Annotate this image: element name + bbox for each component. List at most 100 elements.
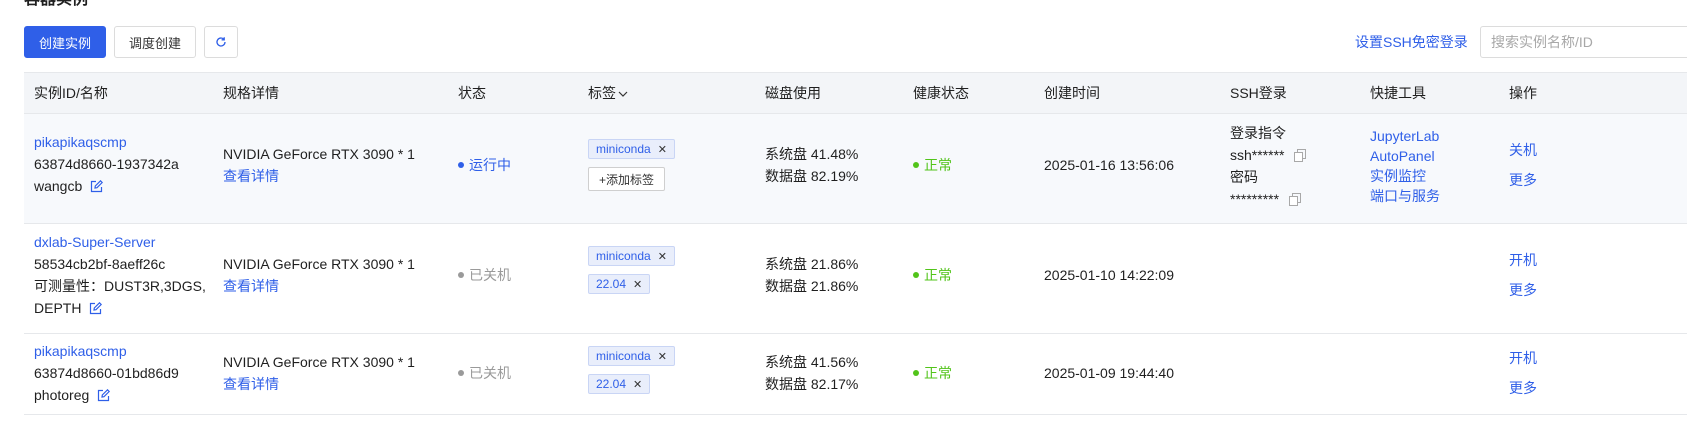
- spec-text: NVIDIA GeForce RTX 3090 * 1: [223, 256, 415, 272]
- disk-cell: 系统盘 41.48% 数据盘 82.19%: [765, 143, 858, 187]
- column-header-created: 创建时间: [1044, 85, 1100, 101]
- instance-name-link[interactable]: pikapikaqscmp: [34, 131, 179, 153]
- created-cell: 2025-01-10 14:22:09: [1044, 264, 1174, 286]
- edit-icon[interactable]: [90, 180, 104, 193]
- actions-cell: 开机 更多: [1509, 249, 1537, 301]
- tool-ports-link[interactable]: 端口与服务: [1370, 186, 1440, 206]
- tag-chip: 22.04 ✕: [588, 374, 651, 394]
- copy-icon[interactable]: [1294, 149, 1307, 162]
- created-cell: 2025-01-16 13:56:06: [1044, 154, 1174, 176]
- status-cell: 已关机: [458, 264, 511, 286]
- instance-remark: photoreg: [34, 384, 179, 406]
- status-badge: 已关机: [458, 362, 511, 384]
- created-time: 2025-01-16 13:56:06: [1044, 157, 1174, 173]
- ssh-command: ssh******: [1230, 144, 1307, 166]
- table-row: pikapikaqscmp 63874d8660-01bd86d9 photor…: [24, 334, 1687, 415]
- spec-details-link[interactable]: 查看详情: [223, 275, 415, 297]
- spec-text: NVIDIA GeForce RTX 3090 * 1: [223, 354, 415, 370]
- disk-data-usage: 数据盘 21.86%: [765, 278, 859, 294]
- schedule-create-button[interactable]: 调度创建: [114, 26, 196, 58]
- tag-remove-icon[interactable]: ✕: [658, 143, 667, 156]
- edit-icon[interactable]: [97, 389, 111, 402]
- health-badge: 正常: [913, 264, 952, 286]
- status-dot: [458, 162, 464, 168]
- created-time: 2025-01-10 14:22:09: [1044, 267, 1174, 283]
- column-header-actions: 操作: [1509, 85, 1537, 101]
- shutdown-link[interactable]: 关机: [1509, 139, 1537, 161]
- instance-remark: wangcb: [34, 175, 179, 197]
- tags-cell: miniconda ✕ 22.04 ✕: [588, 346, 675, 394]
- tool-monitor-link[interactable]: 实例监控: [1370, 166, 1440, 186]
- tag-chip: miniconda ✕: [588, 139, 675, 159]
- status-text: 已关机: [469, 267, 511, 283]
- tag-remove-icon[interactable]: ✕: [658, 350, 667, 363]
- instance-remark: 可测量性：DUST3R,3DGS,: [34, 278, 206, 294]
- more-link[interactable]: 更多: [1509, 279, 1537, 301]
- spec-cell: NVIDIA GeForce RTX 3090 * 1 查看详情: [223, 253, 415, 297]
- tool-autopanel-link[interactable]: AutoPanel: [1370, 146, 1440, 166]
- status-dot: [458, 272, 464, 278]
- instance-name-link[interactable]: dxlab-Super-Server: [34, 231, 206, 253]
- power-on-link[interactable]: 开机: [1509, 347, 1537, 369]
- tool-jupyterlab-link[interactable]: JupyterLab: [1370, 126, 1440, 146]
- tag-remove-icon[interactable]: ✕: [633, 278, 642, 291]
- chevron-down-icon: [618, 91, 628, 97]
- ssh-password: *********: [1230, 188, 1306, 210]
- instance-table: 实例ID/名称 规格详情 状态 标签 磁盘使用 健康状态 创建时间 SSH登录 …: [24, 72, 1687, 415]
- health-cell: 正常: [913, 264, 952, 286]
- instance-cell: pikapikaqscmp 63874d8660-01bd86d9 photor…: [34, 340, 179, 406]
- add-tag-button[interactable]: +添加标签: [588, 167, 666, 191]
- table-header: 实例ID/名称 规格详情 状态 标签 磁盘使用 健康状态 创建时间 SSH登录 …: [24, 72, 1687, 114]
- create-instance-button[interactable]: 创建实例: [24, 26, 106, 58]
- table-row: dxlab-Super-Server 58534cb2bf-8aeff26c 可…: [24, 224, 1687, 334]
- more-link[interactable]: 更多: [1509, 169, 1537, 191]
- table-row: pikapikaqscmp 63874d8660-1937342a wangcb…: [24, 114, 1687, 224]
- spec-cell: NVIDIA GeForce RTX 3090 * 1 查看详情: [223, 143, 415, 187]
- ssh-command-label: 登录指令: [1230, 125, 1286, 141]
- spec-details-link[interactable]: 查看详情: [223, 165, 415, 187]
- search-input[interactable]: [1480, 26, 1687, 58]
- health-badge: 正常: [913, 362, 952, 384]
- status-badge: 已关机: [458, 264, 511, 286]
- tags-cell: miniconda ✕ +添加标签: [588, 139, 675, 191]
- column-header-instance[interactable]: 实例ID/名称: [34, 73, 108, 113]
- status-cell: 已关机: [458, 362, 511, 384]
- tag-remove-icon[interactable]: ✕: [658, 250, 667, 263]
- ssh-passwordless-link[interactable]: 设置SSH免密登录: [1355, 26, 1468, 58]
- status-dot: [458, 370, 464, 376]
- column-header-tags[interactable]: 标签: [588, 73, 628, 113]
- health-cell: 正常: [913, 154, 952, 176]
- tag-label: 22.04: [596, 377, 627, 391]
- status-text: 已关机: [469, 365, 511, 381]
- edit-icon[interactable]: [89, 302, 103, 315]
- tag-label: miniconda: [596, 349, 651, 363]
- ssh-cell: 登录指令 ssh****** 密码 *********: [1230, 122, 1307, 210]
- spec-details-link[interactable]: 查看详情: [223, 373, 415, 395]
- disk-system-usage: 系统盘 41.48%: [765, 146, 859, 162]
- disk-cell: 系统盘 21.86% 数据盘 21.86%: [765, 253, 858, 297]
- disk-data-usage: 数据盘 82.17%: [765, 376, 859, 392]
- health-text: 正常: [924, 157, 952, 173]
- tag-chip: miniconda ✕: [588, 346, 675, 366]
- actions-cell: 关机 更多: [1509, 139, 1537, 191]
- spec-text: NVIDIA GeForce RTX 3090 * 1: [223, 146, 415, 162]
- tools-cell: JupyterLab AutoPanel 实例监控 端口与服务: [1370, 126, 1440, 206]
- more-link[interactable]: 更多: [1509, 377, 1537, 399]
- tags-cell: miniconda ✕ 22.04 ✕: [588, 246, 675, 294]
- power-on-link[interactable]: 开机: [1509, 249, 1537, 271]
- column-header-tools: 快捷工具: [1370, 85, 1426, 101]
- spec-cell: NVIDIA GeForce RTX 3090 * 1 查看详情: [223, 351, 415, 395]
- disk-data-usage: 数据盘 82.19%: [765, 168, 859, 184]
- tag-remove-icon[interactable]: ✕: [633, 378, 642, 391]
- tag-chip: miniconda ✕: [588, 246, 675, 266]
- instance-name-link[interactable]: pikapikaqscmp: [34, 340, 179, 362]
- refresh-button[interactable]: [204, 26, 238, 58]
- copy-icon[interactable]: [1289, 193, 1302, 206]
- disk-system-usage: 系统盘 41.56%: [765, 354, 859, 370]
- instance-remark-text: DEPTH: [34, 300, 82, 316]
- created-time: 2025-01-09 19:44:40: [1044, 365, 1174, 381]
- created-cell: 2025-01-09 19:44:40: [1044, 362, 1174, 384]
- status-badge: 运行中: [458, 154, 511, 176]
- instance-cell: pikapikaqscmp 63874d8660-1937342a wangcb: [34, 131, 179, 197]
- disk-cell: 系统盘 41.56% 数据盘 82.17%: [765, 351, 858, 395]
